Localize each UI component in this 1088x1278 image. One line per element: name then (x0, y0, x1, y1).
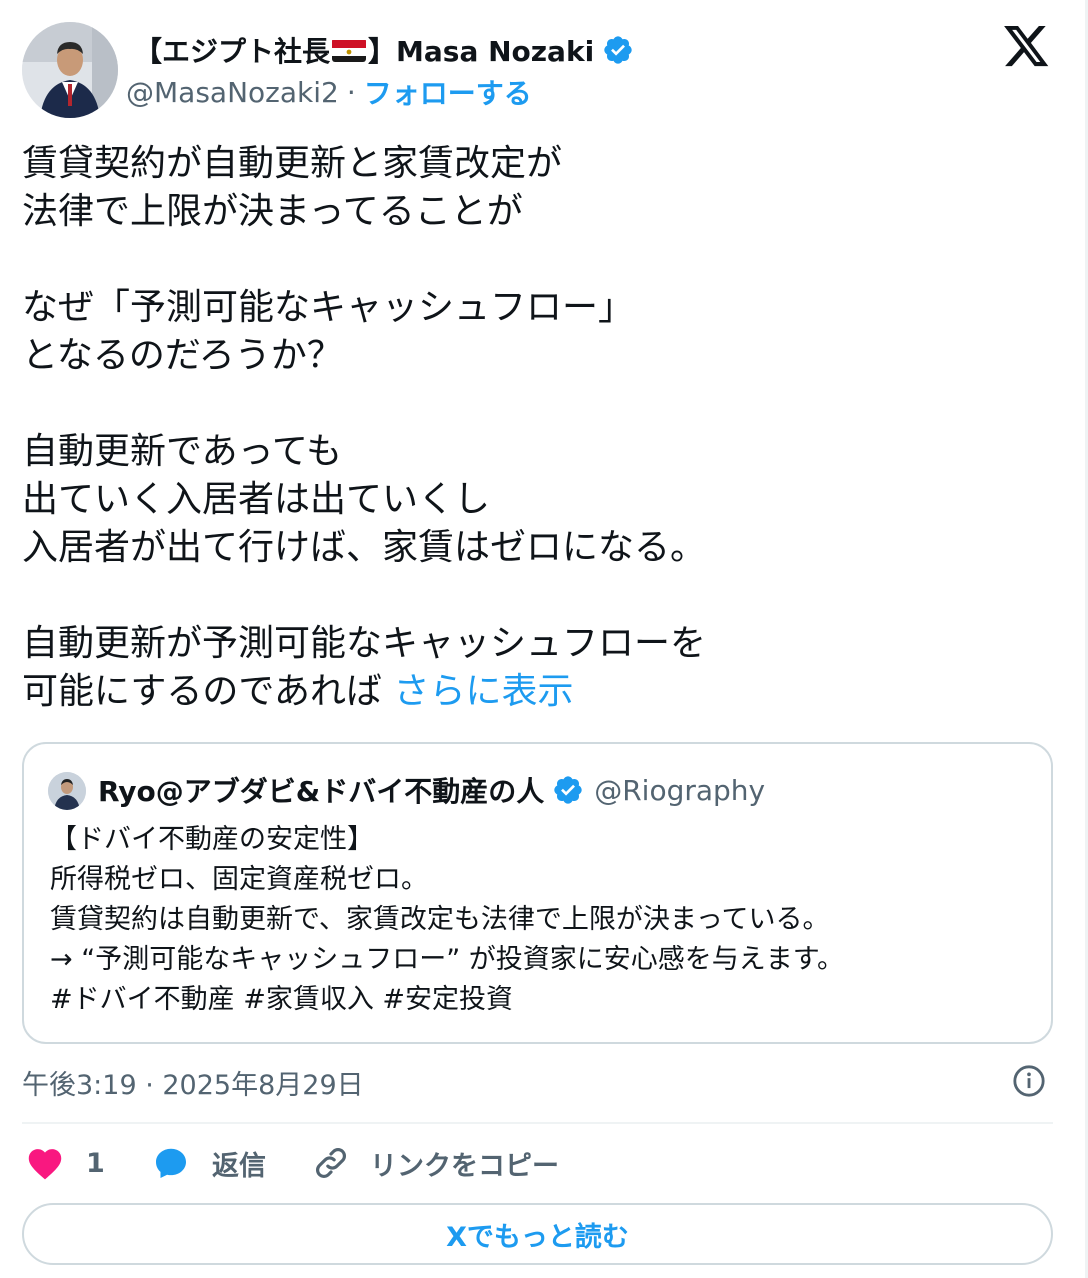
like-count: 1 (86, 1147, 105, 1179)
tweet-line: となるのだろうか？ (22, 335, 343, 376)
tweet-line: 入居者が出て行けば、家賃はゼロになる。 (22, 527, 707, 568)
display-name-prefix: 【エジプト社長 (134, 35, 331, 68)
author-display-name[interactable]: 【エジプト社長 】Masa Nozaki (134, 30, 634, 70)
display-name-suffix: 】Masa Nozaki (368, 35, 595, 68)
heart-icon (26, 1146, 64, 1180)
tweet-line: 法律で上限が決まってることが (22, 191, 523, 232)
link-icon (312, 1144, 350, 1182)
verified-badge-icon (602, 34, 634, 66)
separator-dot: · (346, 75, 356, 109)
embedded-tweet-card: 【エジプト社長 】Masa Nozaki @MasaNozaki2 · フォロー… (0, 0, 1088, 1278)
read-more-on-x-button[interactable]: Xでもっと読む (22, 1203, 1053, 1265)
tweet-timestamp[interactable]: 午後3:19 · 2025年8月29日 (22, 1063, 364, 1102)
follow-button[interactable]: フォローする (364, 72, 532, 112)
tweet-line: 出ていく入居者は出ていくし (22, 479, 491, 520)
author-handle-row: @MasaNozaki2 · フォローする (126, 72, 532, 112)
show-more-link[interactable]: さらに表示 (393, 671, 573, 712)
quoted-tweet[interactable]: Ryo@アブダビ&ドバイ不動産の人 @Riography 【ドバイ不動産の安定性… (22, 742, 1053, 1044)
quoted-line: #ドバイ不動産 #家賃収入 #安定投資 (50, 984, 514, 1015)
x-logo-icon[interactable] (1004, 26, 1050, 68)
like-button[interactable]: 1 (26, 1140, 105, 1186)
reply-label: 返信 (212, 1150, 266, 1182)
quoted-body: 【ドバイ不動産の安定性】 所得税ゼロ、固定資産税ゼロ。 賃貸契約は自動更新で、家… (50, 820, 844, 1020)
quoted-line: → “予測可能なキャッシュフロー” が投資家に安心感を与えます。 (50, 944, 845, 975)
tweet-last-line-text: 可能にするのであれば (22, 671, 394, 712)
tweet-line: なぜ「予測可能なキャッシュフロー」 (22, 287, 635, 328)
author-avatar[interactable] (22, 22, 118, 118)
quoted-line: 【ドバイ不動産の安定性】 (50, 824, 374, 855)
copy-link-button[interactable]: リンクをコピー (312, 1140, 559, 1186)
quoted-author-handle[interactable]: @Riography (594, 774, 765, 807)
tweet-last-line: 可能にするのであれば さらに表示 (22, 668, 1052, 716)
tweet-line: 自動更新であっても (22, 431, 343, 472)
reply-bubble-icon (152, 1145, 190, 1181)
copy-link-label: リンクをコピー (370, 1150, 559, 1182)
tweet-line: 賃貸契約が自動更新と家賃改定が (22, 143, 563, 184)
egypt-flag-icon (332, 38, 367, 62)
quoted-author-name[interactable]: Ryo@アブダビ&ドバイ不動産の人 (98, 770, 544, 810)
verified-badge-icon (552, 774, 584, 806)
author-handle[interactable]: @MasaNozaki2 (126, 76, 339, 109)
reply-button[interactable]: 返信 (152, 1140, 266, 1186)
info-icon[interactable] (1012, 1064, 1046, 1098)
divider (22, 1122, 1053, 1124)
tweet-body: 賃貸契約が自動更新と家賃改定が 法律で上限が決まってることが なぜ「予測可能なキ… (22, 140, 1052, 716)
quoted-line: 所得税ゼロ、固定資産税ゼロ。 (50, 864, 428, 895)
quoted-author-avatar[interactable] (48, 772, 86, 810)
quoted-header: Ryo@アブダビ&ドバイ不動産の人 @Riography (98, 770, 765, 810)
quoted-line: 賃貸契約は自動更新で、家賃改定も法律で上限が決まっている。 (50, 904, 830, 935)
tweet-line: 自動更新が予測可能なキャッシュフローを (22, 623, 707, 664)
